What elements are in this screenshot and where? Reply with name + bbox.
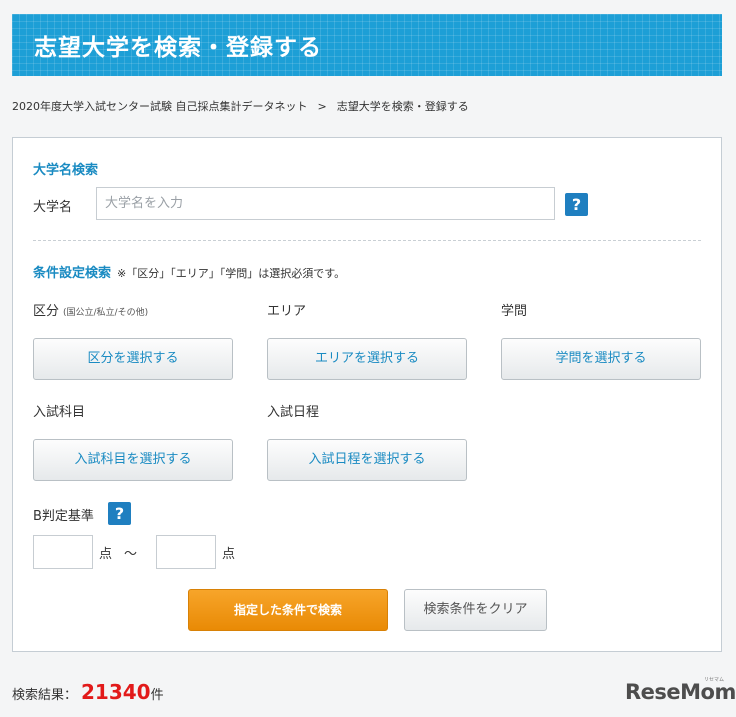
select-field-button[interactable]: 学問を選択する: [501, 338, 701, 380]
resemom-logo-sub: リセマム: [704, 677, 725, 683]
points-unit: 点: [99, 547, 113, 562]
university-name-label: 大学名: [33, 200, 73, 215]
division-sublabel: (国公立/私立/その他): [63, 308, 149, 318]
schedule-label: 入試日程: [267, 405, 320, 420]
select-subjects-button[interactable]: 入試科目を選択する: [33, 439, 233, 481]
name-search-title: 大学名検索: [33, 163, 99, 178]
condition-search-title-text: 条件設定検索: [33, 266, 112, 281]
select-schedule-button[interactable]: 入試日程を選択する: [267, 439, 467, 481]
result-suffix: 件: [150, 688, 164, 703]
b-judgment-label: B判定基準: [33, 509, 94, 524]
result-count: 21340: [81, 680, 151, 704]
resemom-logo: ReseMom: [625, 680, 736, 704]
condition-search-note: ※「区分」「エリア」「学問」は選択必須です。: [117, 267, 346, 280]
clear-button[interactable]: 検索条件をクリア: [404, 589, 547, 631]
b-judgment-max-input[interactable]: [156, 535, 216, 569]
help-icon[interactable]: ?: [565, 193, 588, 216]
page-banner: 志望大学を検索・登録する: [12, 14, 722, 76]
division-label-text: 区分: [33, 304, 60, 319]
search-button[interactable]: 指定した条件で検索: [188, 589, 388, 631]
breadcrumb-separator: >: [317, 100, 327, 113]
page-title: 志望大学を検索・登録する: [34, 35, 322, 61]
points-unit: 点: [222, 547, 236, 562]
b-judgment-help-icon[interactable]: ?: [108, 502, 131, 525]
division-label: 区分 (国公立/私立/その他): [33, 300, 148, 319]
subjects-label: 入試科目: [33, 405, 86, 420]
condition-search-title: 条件設定検索 ※「区分」「エリア」「学問」は選択必須です。: [33, 262, 345, 281]
select-division-button[interactable]: 区分を選択する: [33, 338, 233, 380]
range-separator: 〜: [124, 547, 138, 562]
university-name-input[interactable]: [96, 187, 555, 220]
search-result: 検索結果： 21340件: [12, 680, 164, 704]
breadcrumb: 2020年度大学入試センター試験 自己採点集計データネット > 志望大学を検索・登録…: [12, 98, 469, 114]
area-label: エリア: [267, 304, 307, 319]
search-panel: 大学名検索 大学名 ? 条件設定検索 ※「区分」「エリア」「学問」は選択必須です。…: [12, 137, 722, 652]
breadcrumb-home-link[interactable]: 2020年度大学入試センター試験 自己採点集計データネット: [12, 100, 308, 113]
field-label: 学問: [501, 304, 528, 319]
section-divider: [33, 240, 701, 241]
select-area-button[interactable]: エリアを選択する: [267, 338, 467, 380]
result-label: 検索結果：: [12, 688, 78, 703]
breadcrumb-current: 志望大学を検索・登録する: [336, 100, 469, 113]
b-judgment-min-input[interactable]: [33, 535, 93, 569]
